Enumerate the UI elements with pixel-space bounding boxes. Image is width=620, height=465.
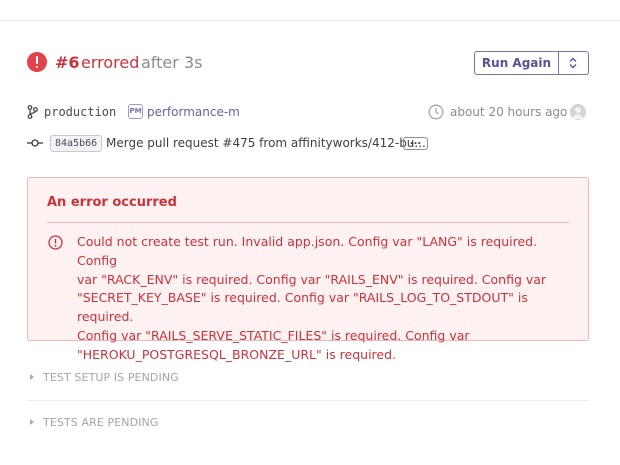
error-divider bbox=[47, 222, 569, 223]
run-header: #6 errored after 3s Run Again bbox=[27, 51, 589, 75]
error-title: An error occurred bbox=[47, 195, 177, 210]
run-number: #6 bbox=[55, 53, 80, 72]
expand-commit-button[interactable]: ... bbox=[403, 137, 428, 150]
error-message-line: "HEROKU_POSTGRESQL_BRONZE_URL" is requir… bbox=[77, 346, 397, 362]
user-avatar-icon[interactable] bbox=[570, 104, 586, 120]
app-badge: PM bbox=[128, 104, 143, 119]
run-again-button-group: Run Again bbox=[474, 51, 589, 75]
clock-icon bbox=[428, 104, 444, 120]
tests-section[interactable]: TESTS ARE PENDING bbox=[27, 413, 589, 433]
chevron-up-down-icon bbox=[569, 57, 577, 69]
triangle-right-icon bbox=[30, 419, 34, 425]
error-message-line: var "RACK_ENV" is required. Config var "… bbox=[77, 271, 547, 287]
run-again-dropdown-button[interactable] bbox=[558, 52, 588, 74]
branch-name[interactable]: production bbox=[44, 104, 116, 120]
tests-label: TESTS ARE PENDING bbox=[43, 416, 159, 429]
error-message: Could not create test run. Invalid app.j… bbox=[77, 233, 577, 365]
commit-message[interactable]: Merge pull request #475 from affinitywor… bbox=[106, 135, 426, 152]
git-commit-icon bbox=[27, 139, 43, 147]
test-setup-section[interactable]: TEST SETUP IS PENDING bbox=[27, 368, 589, 388]
triangle-right-icon bbox=[30, 374, 34, 380]
time-ago: about 20 hours ago bbox=[450, 105, 568, 119]
run-meta: production PM performance-m about 20 hou… bbox=[27, 103, 589, 123]
error-message-line: Could not create test run. Invalid app.j… bbox=[77, 234, 538, 268]
test-setup-label: TEST SETUP IS PENDING bbox=[43, 371, 179, 384]
app-name-link[interactable]: performance-m bbox=[147, 104, 240, 120]
error-panel: An error occurred Could not create test … bbox=[27, 177, 589, 362]
git-branch-icon bbox=[27, 105, 38, 119]
error-message-line: "SECRET_KEY_BASE" is required. Config va… bbox=[77, 290, 528, 325]
commit-sha[interactable]: 84a5b66 bbox=[50, 135, 103, 152]
run-again-button[interactable]: Run Again bbox=[475, 52, 558, 74]
commit-row: 84a5b66 Merge pull request #475 from aff… bbox=[27, 135, 589, 153]
section-divider bbox=[27, 400, 589, 401]
run-status: errored bbox=[81, 53, 140, 72]
run-duration: after 3s bbox=[141, 53, 203, 72]
error-status-icon bbox=[27, 52, 47, 72]
top-divider bbox=[0, 20, 620, 21]
error-circle-icon bbox=[48, 235, 63, 250]
error-message-line: Config var "RAILS_SERVE_STATIC_FILES" is… bbox=[77, 327, 470, 343]
